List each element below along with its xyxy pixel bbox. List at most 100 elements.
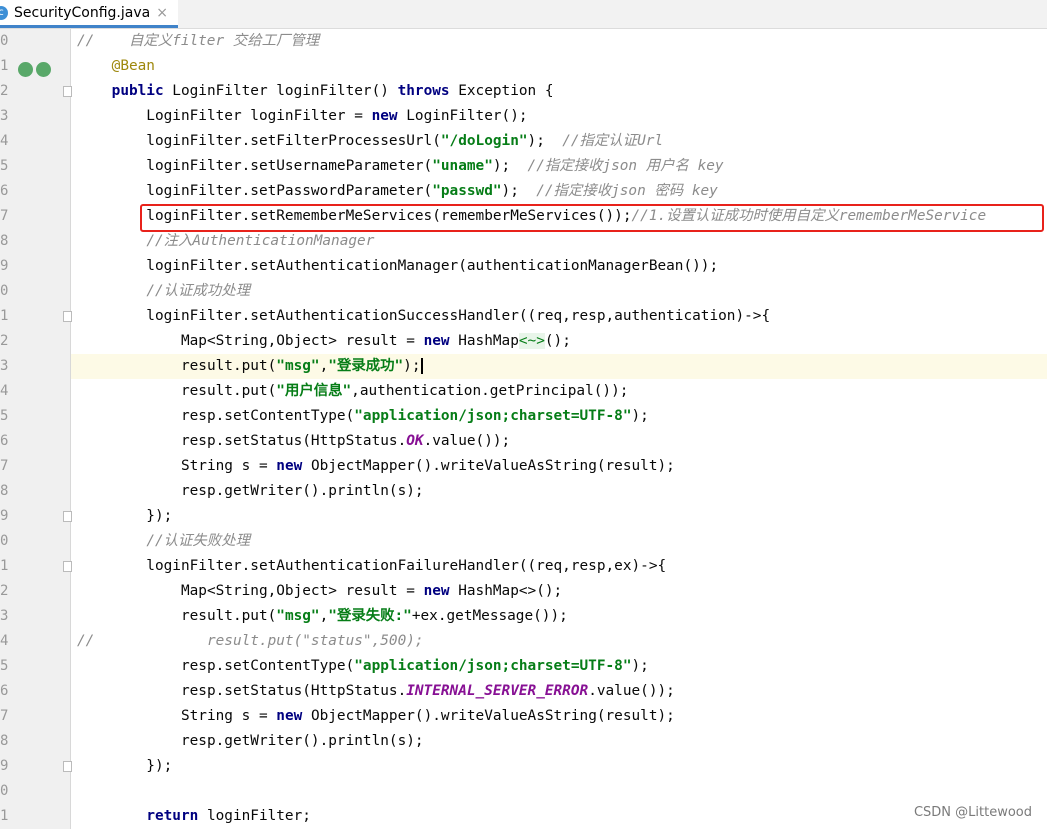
code-line[interactable]: Map<String,Object> result = new HashMap<…	[71, 579, 1047, 604]
code-line[interactable]: loginFilter.setPasswordParameter("passwd…	[71, 179, 1047, 204]
line-number: 1	[0, 308, 9, 324]
code-line[interactable]: String s = new ObjectMapper().writeValue…	[71, 704, 1047, 729]
code-line[interactable]: result.put("msg","登录成功");	[71, 354, 1047, 379]
code-text: result.put(	[77, 383, 277, 399]
code-text: Exception {	[449, 83, 554, 99]
line-number: 6	[0, 433, 9, 449]
code-line[interactable]: resp.setContentType("application/json;ch…	[71, 654, 1047, 679]
line-number: 3	[0, 108, 9, 124]
code-text: resp.setStatus(HttpStatus.	[77, 433, 407, 449]
code-line[interactable]: loginFilter.setAuthenticationManager(aut…	[71, 254, 1047, 279]
code-text: );	[501, 183, 537, 199]
code-text: loginFilter.setAuthenticationFailureHand…	[77, 558, 667, 574]
code-text: .value());	[588, 683, 675, 699]
bean-navigate-icon[interactable]	[18, 62, 33, 77]
code-text: ,authentication.getPrincipal());	[351, 383, 629, 399]
constant: INTERNAL_SERVER_ERROR	[406, 683, 589, 699]
code-text: LoginFilter loginFilter()	[163, 83, 398, 99]
code-line[interactable]: loginFilter.setAuthenticationSuccessHand…	[71, 304, 1047, 329]
code-line[interactable]: return loginFilter;	[71, 804, 1047, 829]
text-cursor	[420, 358, 423, 374]
keyword: throws	[397, 83, 450, 99]
code-line[interactable]: loginFilter.setAuthenticationFailureHand…	[71, 554, 1047, 579]
code-line[interactable]: @Bean	[71, 54, 1047, 79]
code-text: resp.getWriter().println(s);	[77, 483, 424, 499]
code-editor[interactable]: // 自定义filter 交给工厂管理 @Bean public LoginFi…	[71, 29, 1047, 828]
code-text: String s =	[77, 708, 277, 724]
string-literal: "passwd"	[432, 183, 502, 199]
code-text: LoginFilter loginFilter =	[77, 108, 372, 124]
code-text: );	[492, 158, 528, 174]
code-text: loginFilter.setUsernameParameter(	[77, 158, 433, 174]
line-number: 9	[0, 758, 9, 774]
code-line[interactable]: LoginFilter loginFilter = new LoginFilte…	[71, 104, 1047, 129]
string-literal: "application/json;charset=UTF-8"	[354, 408, 632, 424]
line-number: 2	[0, 333, 9, 349]
string-literal: "application/json;charset=UTF-8"	[354, 658, 632, 674]
line-number: 0	[0, 283, 9, 299]
code-text: result.put(	[77, 608, 277, 624]
code-line[interactable]: Map<String,Object> result = new HashMap<…	[71, 329, 1047, 354]
line-number: 8	[0, 483, 9, 499]
code-text: LoginFilter();	[397, 108, 528, 124]
code-text: String s =	[77, 458, 277, 474]
code-text: Map<String,Object> result =	[77, 333, 424, 349]
code-line[interactable]: loginFilter.setFilterProcessesUrl("/doLo…	[71, 129, 1047, 154]
code-line[interactable]: //注入AuthenticationManager	[71, 229, 1047, 254]
code-line[interactable]: String s = new ObjectMapper().writeValue…	[71, 454, 1047, 479]
line-number: 0	[0, 533, 9, 549]
code-line[interactable]: resp.getWriter().println(s);	[71, 479, 1047, 504]
code-text: ,	[319, 358, 329, 374]
string-literal: "uname"	[432, 158, 493, 174]
string-literal: "登录成功"	[328, 358, 404, 374]
code-line[interactable]: resp.getWriter().println(s);	[71, 729, 1047, 754]
annotation: @Bean	[111, 58, 155, 74]
code-text: ,	[319, 608, 329, 624]
line-number: 9	[0, 258, 9, 274]
code-text: ObjectMapper().writeValueAsString(result…	[302, 458, 675, 474]
close-tab-icon[interactable]: ×	[156, 5, 168, 21]
code-line[interactable]: resp.setStatus(HttpStatus.OK.value());	[71, 429, 1047, 454]
code-text: ObjectMapper().writeValueAsString(result…	[302, 708, 675, 724]
code-line[interactable]: //认证成功处理	[71, 279, 1047, 304]
code-line[interactable]: // result.put("status",500);	[71, 629, 1047, 654]
tab-title: SecurityConfig.java	[14, 4, 151, 21]
tab-securityconfig-java[interactable]: c SecurityConfig.java ×	[0, 0, 178, 28]
code-line[interactable]: result.put("msg","登录失败:"+ex.getMessage()…	[71, 604, 1047, 629]
code-text: HashMap<>();	[449, 583, 563, 599]
code-text: loginFilter.setAuthenticationSuccessHand…	[77, 308, 771, 324]
code-line[interactable]: //认证失败处理	[71, 529, 1047, 554]
code-text: });	[77, 508, 173, 524]
line-number: 4	[0, 633, 9, 649]
code-line[interactable]: });	[71, 754, 1047, 779]
code-line[interactable]: });	[71, 504, 1047, 529]
code-text: loginFilter.setPasswordParameter(	[77, 183, 433, 199]
comment: //认证失败处理	[146, 533, 250, 549]
line-number: 5	[0, 658, 9, 674]
code-text: );	[403, 358, 421, 374]
code-text: );	[631, 408, 649, 424]
constant: OK	[406, 433, 424, 449]
code-text: );	[527, 133, 563, 149]
line-number: 6	[0, 683, 9, 699]
code-line[interactable]: result.put("用户信息",authentication.getPrin…	[71, 379, 1047, 404]
keyword: new	[276, 708, 303, 724]
code-text: loginFilter;	[198, 808, 311, 824]
line-number: 3	[0, 358, 9, 374]
code-line[interactable]: public LoginFilter loginFilter() throws …	[71, 79, 1047, 104]
code-text: HashMap	[449, 333, 519, 349]
editor-tab-bar: c SecurityConfig.java ×	[0, 0, 1047, 29]
code-line[interactable]: resp.setContentType("application/json;ch…	[71, 404, 1047, 429]
line-number: 1	[0, 58, 9, 74]
code-line[interactable]	[71, 779, 1047, 804]
code-text: .value());	[423, 433, 511, 449]
code-line[interactable]: resp.setStatus(HttpStatus.INTERNAL_SERVE…	[71, 679, 1047, 704]
string-literal: "登录失败:"	[328, 608, 412, 624]
bean-check-icon[interactable]	[36, 62, 51, 77]
code-line[interactable]: loginFilter.setUsernameParameter("uname"…	[71, 154, 1047, 179]
code-line[interactable]: // 自定义filter 交给工厂管理	[71, 29, 1047, 54]
line-number: 4	[0, 133, 9, 149]
line-number: 0	[0, 33, 9, 49]
